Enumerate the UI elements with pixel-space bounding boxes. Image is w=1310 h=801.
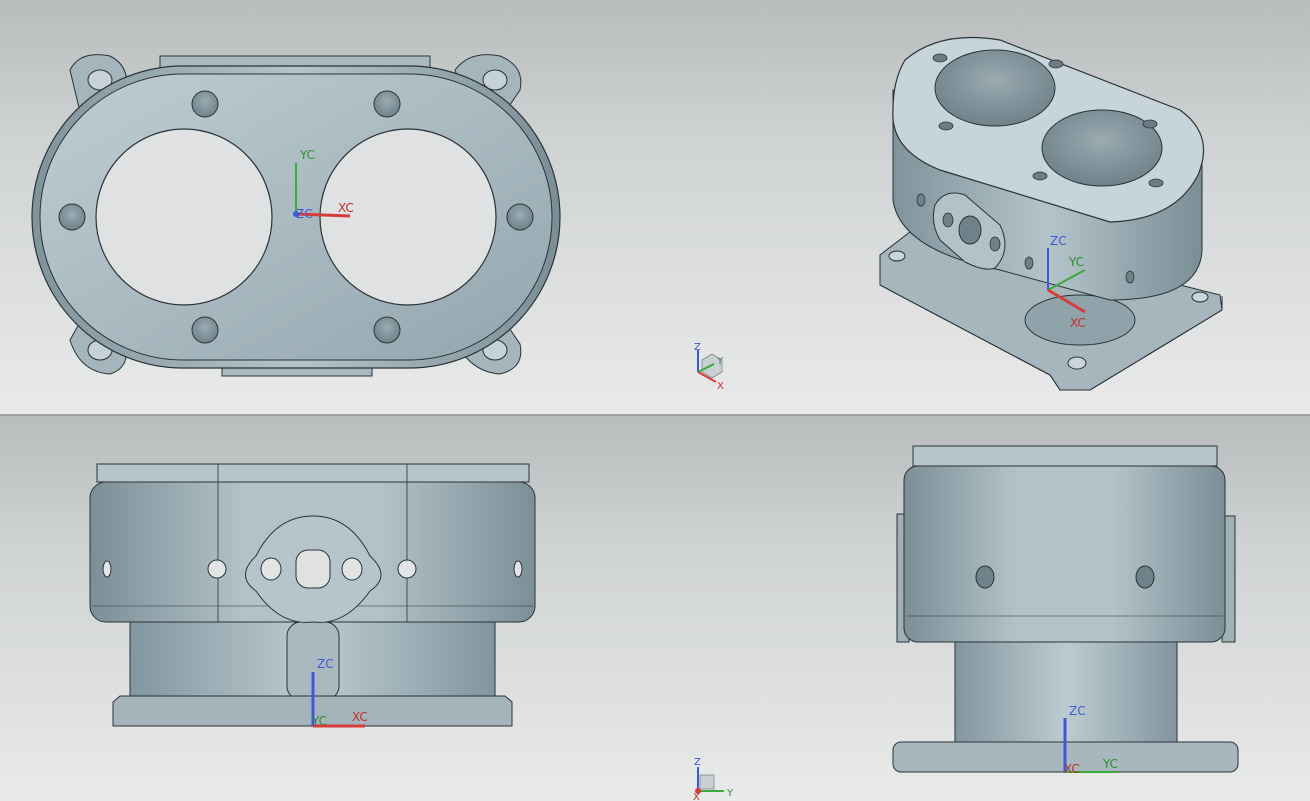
viewport-bottom[interactable]: ZC XC YC ZC YC XC Z Y X [0, 416, 1310, 801]
triad-z: Z [694, 757, 701, 768]
label-zc: ZC [296, 207, 313, 221]
triad-x: X [717, 381, 724, 392]
label-xc: XC [1064, 762, 1080, 776]
triad-x: X [693, 792, 700, 801]
triad-y: Y [716, 356, 724, 367]
label-xc: XC [352, 710, 368, 724]
triad-z: Z [694, 342, 701, 353]
triad-y: Y [726, 788, 734, 799]
label-zc: ZC [1069, 704, 1086, 718]
label-zc: ZC [1050, 234, 1067, 248]
label-xc: XC [338, 201, 354, 215]
label-yc: YC [1068, 255, 1084, 269]
view-triad-icon[interactable]: Z Y X [694, 342, 724, 392]
label-yc: YC [299, 148, 315, 162]
viewport-bottom-canvas[interactable]: ZC XC YC ZC YC XC Z Y X [0, 416, 1310, 801]
label-yc: YC [311, 714, 327, 728]
part-iso-view [879, 36, 1223, 391]
view-triad-icon[interactable]: Z Y X [693, 757, 734, 801]
viewport-top-canvas[interactable]: YC XC ZC ZC YC XC Z Y X [0, 0, 1310, 414]
label-xc: XC [1070, 316, 1086, 330]
label-yc: YC [1102, 757, 1118, 771]
viewport-top[interactable]: YC XC ZC ZC YC XC Z Y X [0, 0, 1310, 414]
label-zc: ZC [317, 657, 334, 671]
